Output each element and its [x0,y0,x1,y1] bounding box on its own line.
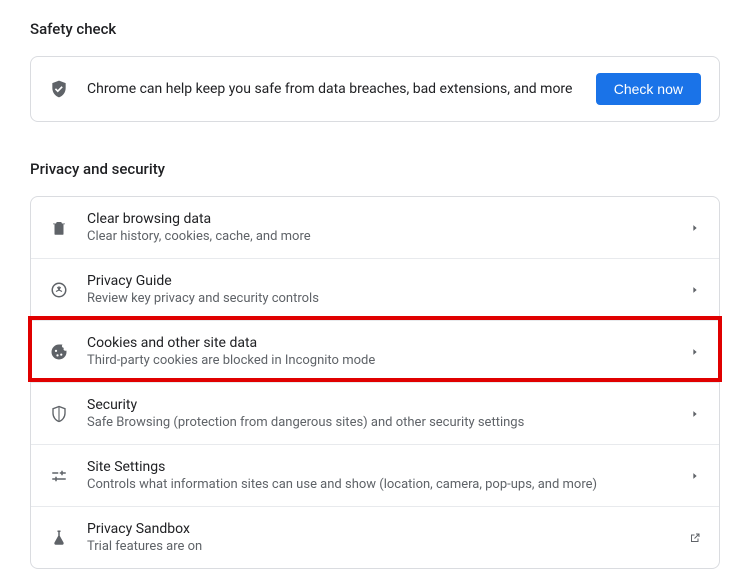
tune-icon [49,466,69,486]
row-cookies-and-site-data[interactable]: Cookies and other site data Third-party … [31,320,719,382]
row-subtitle: Third-party cookies are blocked in Incog… [87,353,671,368]
row-privacy-sandbox[interactable]: Privacy Sandbox Trial features are on [31,506,719,568]
privacy-security-header: Privacy and security [30,160,720,178]
row-title: Privacy Guide [87,273,671,289]
shield-icon [49,404,69,424]
compass-icon [49,280,69,300]
privacy-security-list: Clear browsing data Clear history, cooki… [30,196,720,569]
row-subtitle: Trial features are on [87,539,671,554]
row-title: Clear browsing data [87,211,671,227]
chevron-right-icon [689,471,701,481]
row-privacy-guide[interactable]: Privacy Guide Review key privacy and sec… [31,258,719,320]
open-in-new-icon [689,530,701,546]
chevron-right-icon [689,347,701,357]
flask-icon [49,528,69,548]
safety-check-header: Safety check [30,20,720,38]
row-title: Site Settings [87,459,671,475]
trash-icon [49,218,69,238]
chevron-right-icon [689,409,701,419]
shield-check-icon [49,79,69,99]
row-title: Cookies and other site data [87,335,671,351]
row-subtitle: Safe Browsing (protection from dangerous… [87,415,671,430]
chevron-right-icon [689,285,701,295]
cookie-icon [49,342,69,362]
row-title: Security [87,397,671,413]
row-subtitle: Controls what information sites can use … [87,477,671,492]
row-clear-browsing-data[interactable]: Clear browsing data Clear history, cooki… [31,197,719,258]
row-subtitle: Clear history, cookies, cache, and more [87,229,671,244]
row-site-settings[interactable]: Site Settings Controls what information … [31,444,719,506]
check-now-button[interactable]: Check now [596,73,701,105]
row-title: Privacy Sandbox [87,521,671,537]
safety-check-text: Chrome can help keep you safe from data … [87,81,578,97]
safety-check-card: Chrome can help keep you safe from data … [30,56,720,122]
row-security[interactable]: Security Safe Browsing (protection from … [31,382,719,444]
chevron-right-icon [689,223,701,233]
row-subtitle: Review key privacy and security controls [87,291,671,306]
